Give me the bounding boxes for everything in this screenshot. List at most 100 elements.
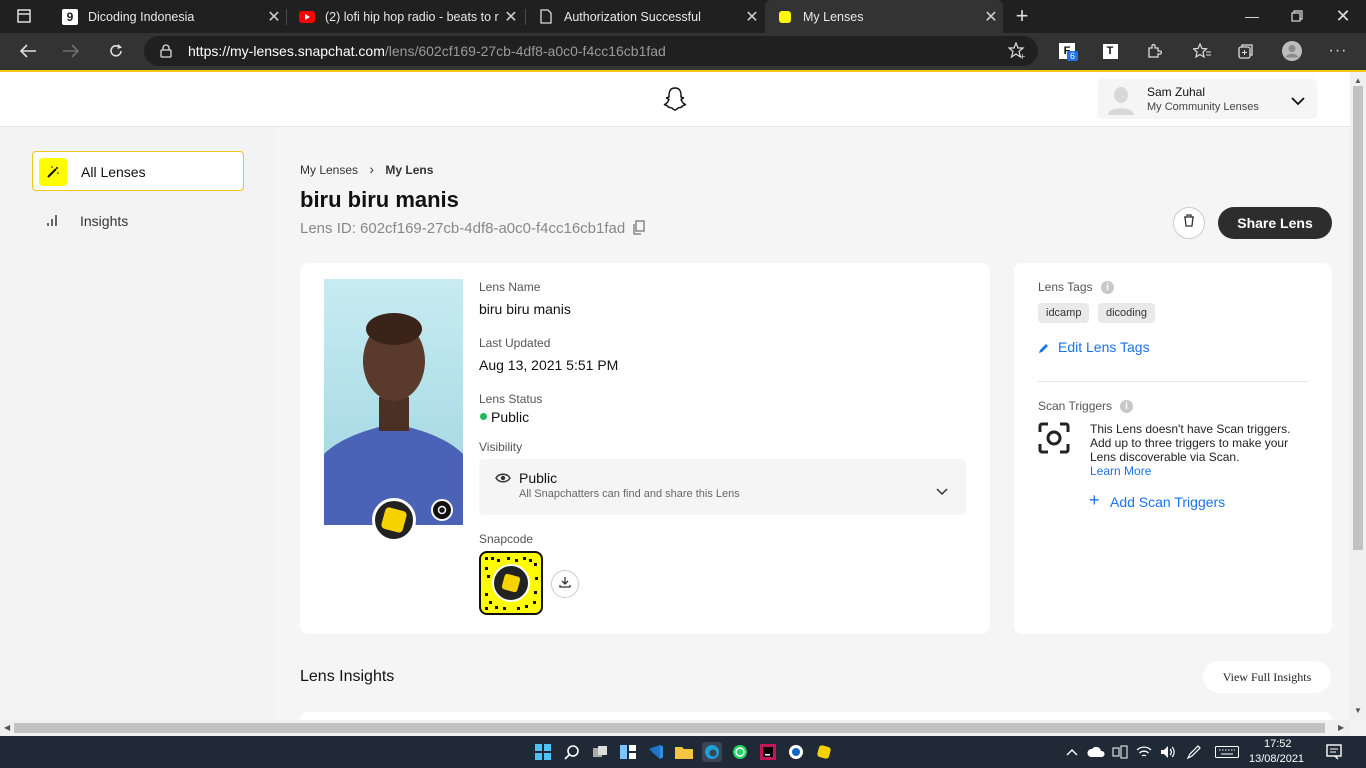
tab-actions-icon[interactable] xyxy=(10,2,38,30)
visibility-label: Visibility xyxy=(479,440,523,454)
scroll-down-icon[interactable]: ▼ xyxy=(1354,706,1362,715)
search-icon[interactable] xyxy=(562,742,582,762)
extension-f-icon[interactable]: F 6 xyxy=(1053,37,1081,65)
windows-taskbar: 17:52 13/08/2021 xyxy=(0,736,1366,768)
jetbrains-icon[interactable] xyxy=(758,742,778,762)
whatsapp-icon[interactable] xyxy=(730,742,750,762)
youtube-icon xyxy=(299,9,315,25)
scan-triggers-label: Scan Triggers xyxy=(1038,399,1113,413)
download-snapcode-button[interactable] xyxy=(551,570,579,598)
minimize-icon[interactable]: — xyxy=(1238,2,1266,30)
onedrive-icon[interactable] xyxy=(1086,742,1106,762)
user-avatar xyxy=(1108,85,1134,120)
app-blue-icon[interactable] xyxy=(786,742,806,762)
info-icon[interactable]: i xyxy=(1120,400,1133,413)
bar-chart-icon xyxy=(46,213,58,232)
url-path: /lens/602cf169-27cb-4df8-a0c0-f4cc16cb1f… xyxy=(384,43,666,59)
new-tab-icon[interactable]: + xyxy=(1008,2,1036,30)
more-menu-icon[interactable]: ··· xyxy=(1324,37,1352,65)
scan-empty-text-3: Lens discoverable via Scan. xyxy=(1090,450,1240,464)
copy-icon[interactable] xyxy=(633,220,646,239)
profile-avatar-icon[interactable] xyxy=(1278,37,1306,65)
widgets-icon[interactable] xyxy=(618,742,638,762)
learn-more-link[interactable]: Learn More xyxy=(1090,464,1151,478)
chevron-down-icon[interactable] xyxy=(1291,93,1305,111)
share-lens-button[interactable]: Share Lens xyxy=(1218,207,1332,239)
last-updated-value: Aug 13, 2021 5:51 PM xyxy=(479,357,619,373)
edit-lens-tags-link[interactable]: Edit Lens Tags xyxy=(1058,339,1150,355)
snapchat-app-icon[interactable] xyxy=(814,742,834,762)
back-icon[interactable] xyxy=(14,37,42,65)
vertical-scrollbar[interactable]: ▲ ▼ xyxy=(1350,72,1366,720)
extensions-puzzle-icon[interactable] xyxy=(1140,37,1168,65)
edge-icon[interactable] xyxy=(702,742,722,762)
close-icon[interactable]: ✕ xyxy=(499,7,523,27)
vscode-icon[interactable] xyxy=(646,742,666,762)
tab-authorization[interactable]: Authorization Successful ✕ xyxy=(526,0,764,33)
scroll-left-icon[interactable]: ◀ xyxy=(4,723,10,732)
favorite-star-icon[interactable]: + xyxy=(1007,41,1026,65)
tab-label: (2) lofi hip hop radio - beats to r xyxy=(325,9,499,24)
snapchat-ghost-icon[interactable] xyxy=(663,86,687,117)
window-close-icon[interactable]: ✕ xyxy=(1329,2,1357,30)
browser-toolbar: https://my-lenses.snapchat.com/lens/602c… xyxy=(0,33,1366,70)
scroll-up-icon[interactable]: ▲ xyxy=(1354,76,1362,85)
notifications-icon[interactable] xyxy=(1324,742,1344,762)
clock-date[interactable]: 13/08/2021 xyxy=(1249,753,1304,765)
view-full-insights-button[interactable]: View Full Insights xyxy=(1203,661,1331,693)
horizontal-scrollbar[interactable]: ◀ ▶ xyxy=(0,720,1350,736)
page-icon xyxy=(538,9,554,25)
file-explorer-icon[interactable] xyxy=(674,742,694,762)
address-bar[interactable]: https://my-lenses.snapchat.com/lens/602c… xyxy=(144,36,1038,66)
clock-time[interactable]: 17:52 xyxy=(1264,738,1292,750)
snapcode-image xyxy=(479,551,543,615)
info-icon[interactable]: i xyxy=(1101,281,1114,294)
scroll-right-icon[interactable]: ▶ xyxy=(1338,723,1344,732)
status-dot xyxy=(480,413,487,420)
sidebar-item-all-lenses[interactable]: All Lenses xyxy=(32,151,244,191)
delete-button[interactable] xyxy=(1173,207,1205,239)
favorites-icon[interactable] xyxy=(1188,37,1216,65)
breadcrumb-root[interactable]: My Lenses xyxy=(300,163,358,177)
visibility-value: Public xyxy=(519,470,558,486)
tag-chip: dicoding xyxy=(1098,303,1155,323)
lens-preview-image xyxy=(324,279,463,525)
tab-youtube[interactable]: (2) lofi hip hop radio - beats to r ✕ xyxy=(287,0,523,33)
chevron-down-icon xyxy=(936,483,948,501)
add-scan-triggers-link[interactable]: Add Scan Triggers xyxy=(1110,494,1225,510)
tab-my-lenses[interactable]: My Lenses ✕ xyxy=(765,0,1003,33)
lock-icon[interactable] xyxy=(160,44,172,63)
task-view-icon[interactable] xyxy=(590,742,610,762)
collections-icon[interactable] xyxy=(1232,37,1260,65)
user-subtitle: My Community Lenses xyxy=(1147,101,1259,113)
visibility-select[interactable]: Public All Snapchatters can find and sha… xyxy=(479,459,966,515)
network-adapter-icon[interactable] xyxy=(1110,742,1130,762)
close-icon[interactable]: ✕ xyxy=(979,7,1003,27)
refresh-icon[interactable] xyxy=(102,37,130,65)
lens-status-value: Public xyxy=(491,409,530,425)
wifi-icon[interactable] xyxy=(1134,742,1154,762)
url-host: https://my-lenses.snapchat.com xyxy=(188,43,385,59)
pen-icon[interactable] xyxy=(1184,742,1204,762)
camera-edit-icon[interactable] xyxy=(431,499,453,521)
close-icon[interactable]: ✕ xyxy=(740,7,764,27)
tab-dicoding[interactable]: 9 Dicoding Indonesia ✕ xyxy=(50,0,286,33)
forward-icon[interactable] xyxy=(57,37,85,65)
scan-empty-text-1: This Lens doesn't have Scan triggers. xyxy=(1090,422,1291,436)
user-menu[interactable]: Sam Zuhal My Community Lenses xyxy=(1098,79,1317,119)
restore-icon[interactable] xyxy=(1283,2,1311,30)
snapchat-icon xyxy=(777,9,793,25)
scrollbar-thumb[interactable] xyxy=(1353,86,1363,550)
chevron-up-icon[interactable] xyxy=(1062,742,1082,762)
start-icon[interactable] xyxy=(533,742,553,762)
volume-icon[interactable] xyxy=(1158,742,1178,762)
close-icon[interactable]: ✕ xyxy=(262,7,286,27)
extension-t-icon[interactable]: T xyxy=(1096,37,1124,65)
scrollbar-thumb[interactable] xyxy=(14,723,1325,733)
extension-badge: 6 xyxy=(1067,51,1079,61)
lens-id: Lens ID: 602cf169-27cb-4df8-a0c0-f4cc16c… xyxy=(300,220,646,239)
keyboard-icon[interactable] xyxy=(1214,742,1240,762)
sidebar-item-insights[interactable]: Insights xyxy=(32,201,244,241)
lens-status-label: Lens Status xyxy=(479,392,543,406)
trash-icon xyxy=(1183,214,1195,232)
